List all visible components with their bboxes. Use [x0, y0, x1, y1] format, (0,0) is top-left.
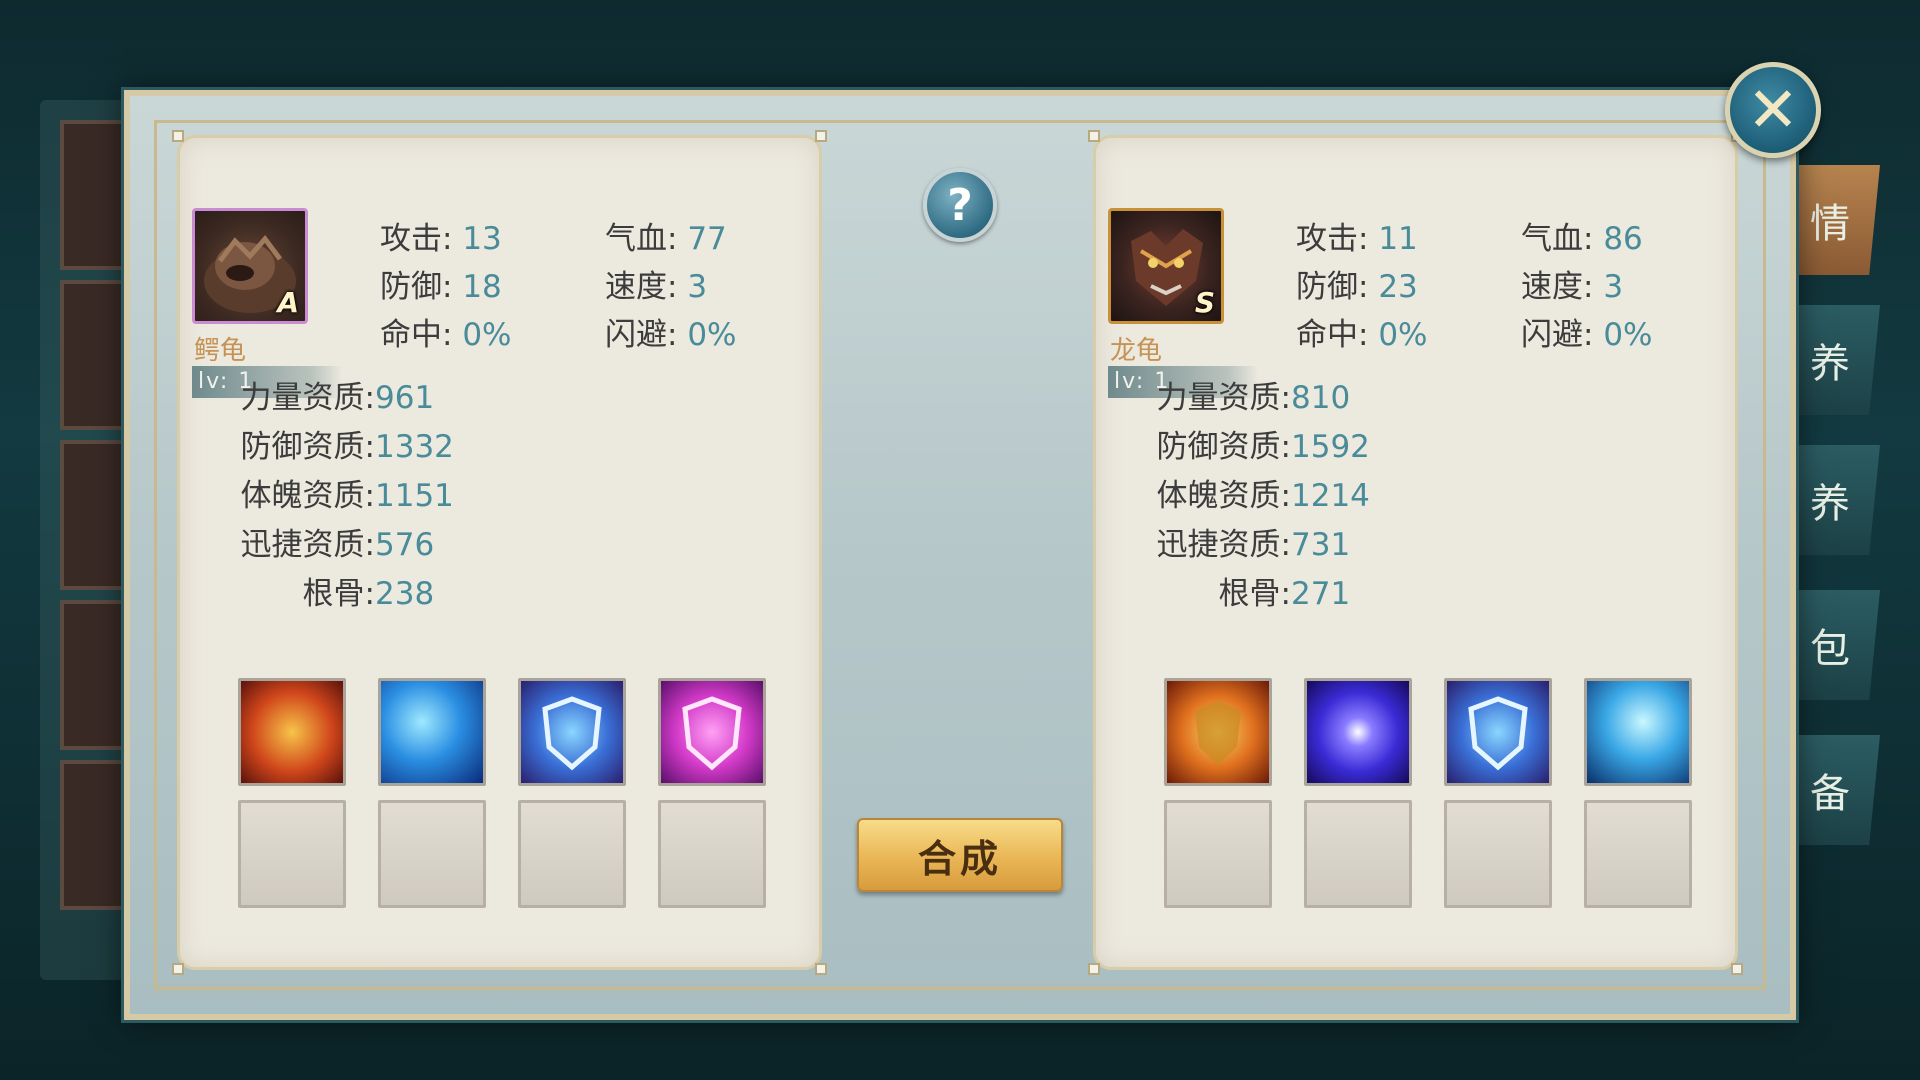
- pet-grade-badge: S: [1194, 286, 1215, 319]
- side-tab-label: 包: [1810, 626, 1850, 672]
- stat-hit: 命中: 0%: [1296, 317, 1428, 353]
- aptitude-strength: 力量资质:961: [240, 380, 435, 416]
- help-button[interactable]: ?: [923, 168, 997, 242]
- panel-corner-handle: [1731, 963, 1743, 975]
- side-tab-details[interactable]: 情: [1790, 165, 1880, 275]
- aptitude-agility: 迅捷资质:731: [1156, 527, 1351, 563]
- empty-skill-slot[interactable]: [518, 800, 626, 908]
- blue-shield-skill-icon[interactable]: [1444, 678, 1552, 786]
- side-tab-label: 备: [1810, 771, 1850, 817]
- right-pet-panel: S 龙龟 lv: 1 攻击: 11 气血: 86 防御: 23 速度: 3 命中…: [1088, 130, 1743, 975]
- question-mark-icon: ?: [947, 179, 973, 231]
- panel-corner-handle: [1088, 963, 1100, 975]
- panel-corner-handle: [172, 963, 184, 975]
- empty-skill-slot[interactable]: [238, 800, 346, 908]
- turtle-fire-ring-skill-icon[interactable]: [238, 678, 346, 786]
- empty-skill-slot[interactable]: [1444, 800, 1552, 908]
- aptitude-defense: 防御资质:1332: [240, 429, 454, 465]
- stat-defense: 防御: 23: [1296, 269, 1418, 305]
- empty-skill-slot[interactable]: [1584, 800, 1692, 908]
- combine-button[interactable]: 合成: [857, 818, 1063, 892]
- stat-hit: 命中: 0%: [380, 317, 512, 353]
- purple-orb-skill-icon[interactable]: [1304, 678, 1412, 786]
- aptitude-bone: 根骨:271: [1218, 576, 1351, 612]
- close-button[interactable]: ✕: [1725, 62, 1821, 158]
- aptitude-physique: 体魄资质:1151: [240, 478, 454, 514]
- empty-skill-slot[interactable]: [658, 800, 766, 908]
- side-tab-bag[interactable]: 包: [1790, 590, 1880, 700]
- stat-attack: 攻击: 11: [1296, 221, 1418, 257]
- panel-corner-handle: [1088, 130, 1100, 142]
- blue-shield-skill-icon[interactable]: [518, 678, 626, 786]
- fire-shield-skill-icon[interactable]: [1164, 678, 1272, 786]
- ice-burst-skill-icon[interactable]: [1584, 678, 1692, 786]
- pet-portrait[interactable]: A: [192, 208, 308, 324]
- pet-name: 龙龟: [1110, 336, 1163, 366]
- pet-grade-badge: A: [277, 286, 299, 319]
- pet-portrait[interactable]: S: [1108, 208, 1224, 324]
- panel-corner-handle: [815, 130, 827, 142]
- panel-corner-handle: [172, 130, 184, 142]
- aptitude-strength: 力量资质:810: [1156, 380, 1351, 416]
- stat-speed: 速度: 3: [1521, 269, 1624, 305]
- side-tab-equip[interactable]: 备: [1790, 735, 1880, 845]
- stat-attack: 攻击: 13: [380, 221, 502, 257]
- side-tab-nurture[interactable]: 养: [1790, 445, 1880, 555]
- empty-skill-slot[interactable]: [1304, 800, 1412, 908]
- blue-flame-skill-icon[interactable]: [378, 678, 486, 786]
- aptitude-bone: 根骨:238: [302, 576, 435, 612]
- side-tab-label: 养: [1810, 481, 1850, 527]
- side-tab-label: 养: [1810, 341, 1850, 387]
- stat-hp: 气血: 77: [605, 221, 727, 257]
- side-tab-label: 情: [1810, 201, 1850, 247]
- empty-skill-slot[interactable]: [1164, 800, 1272, 908]
- aptitude-defense: 防御资质:1592: [1156, 429, 1370, 465]
- side-tab-train[interactable]: 养: [1790, 305, 1880, 415]
- left-pet-panel: A 鳄龟 lv: 1 攻击: 13 气血: 77 防御: 18 速度: 3 命中…: [172, 130, 827, 975]
- stat-dodge: 闪避: 0%: [1521, 317, 1653, 353]
- stat-hp: 气血: 86: [1521, 221, 1643, 257]
- stat-defense: 防御: 18: [380, 269, 502, 305]
- stat-speed: 速度: 3: [605, 269, 708, 305]
- close-icon: ✕: [1747, 73, 1799, 146]
- pink-shield-skill-icon[interactable]: [658, 678, 766, 786]
- stat-dodge: 闪避: 0%: [605, 317, 737, 353]
- aptitude-agility: 迅捷资质:576: [240, 527, 435, 563]
- aptitude-physique: 体魄资质:1214: [1156, 478, 1370, 514]
- panel-corner-handle: [815, 963, 827, 975]
- empty-skill-slot[interactable]: [378, 800, 486, 908]
- pet-name: 鳄龟: [194, 336, 247, 366]
